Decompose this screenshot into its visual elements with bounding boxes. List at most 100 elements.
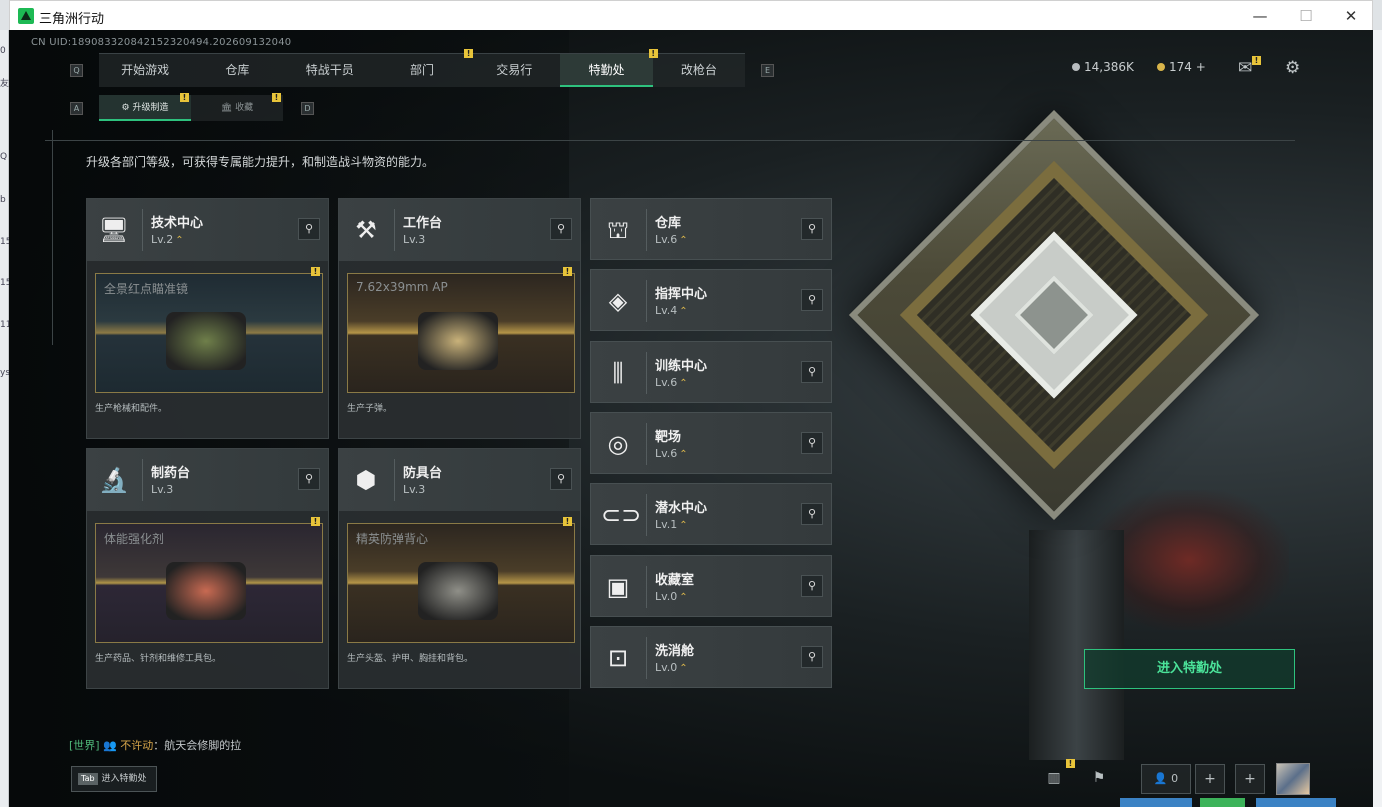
production-preview[interactable]: 体能强化剂 <box>95 523 323 643</box>
game-viewport: CN UID:1890833208421523​20494.2026091320… <box>9 30 1373 807</box>
department-level: Lv.3 <box>403 483 425 496</box>
production-preview[interactable]: 全景红点瞄准镜 <box>95 273 323 393</box>
subtab-badge: ! <box>272 93 281 102</box>
settings-gear-icon[interactable]: ⚙ <box>1285 58 1300 78</box>
facility-card[interactable]: ◈ 指挥中心 Lv.4 ⌃ ⚲ <box>590 269 832 332</box>
card-header[interactable]: ⚒ 工作台 Lv.3 ⚲ <box>339 199 580 261</box>
search-magnifier-icon[interactable]: ⚲ <box>801 431 823 454</box>
subtab-1[interactable]: 🏛 收藏! <box>191 93 283 121</box>
preview-item-name: 体能强化剂 <box>104 532 165 546</box>
flag-icon[interactable]: ⚑ <box>1084 764 1114 794</box>
search-magnifier-icon[interactable]: ⚲ <box>550 218 572 240</box>
tab-2[interactable]: 特战干员 <box>284 54 376 87</box>
card-header[interactable]: 🖥 技术中心 Lv.2 ⌃ ⚲ <box>87 199 328 261</box>
collection-icon: 🏛 <box>220 103 236 113</box>
level-text: Lv.6 <box>655 375 678 389</box>
header-separator <box>646 280 647 323</box>
level-text: Lv.3 <box>403 483 426 496</box>
facility-card[interactable]: ⊂⊃ 潜水中心 Lv.1 ⌃ ⚲ <box>590 483 832 546</box>
upgrade-gear-icon: ⚙ <box>121 103 133 113</box>
department-name: 洗消舱 <box>655 643 695 659</box>
search-magnifier-icon[interactable]: ⚲ <box>801 218 823 240</box>
tab-6[interactable]: 改枪台 <box>653 54 745 87</box>
facility-card[interactable]: ◎ 靶场 Lv.6 ⌃ ⚲ <box>590 411 832 474</box>
search-magnifier-icon[interactable]: ⚲ <box>550 468 572 490</box>
subtab-badge: ! <box>180 93 189 102</box>
tab-3[interactable]: 部门! <box>376 49 474 87</box>
search-magnifier-icon[interactable]: ⚲ <box>801 289 823 312</box>
search-magnifier-icon[interactable]: ⚲ <box>801 574 823 597</box>
armor-blocks-icon: ⬢ <box>355 466 377 494</box>
nav-right-key-hint: E <box>761 64 774 77</box>
coin-icon <box>1072 63 1080 71</box>
invite-slot-2-button[interactable]: + <box>1235 764 1265 794</box>
ticket-balance[interactable]: 174 + <box>1157 60 1206 74</box>
search-magnifier-icon[interactable]: ⚲ <box>801 360 823 383</box>
production-preview[interactable]: 精英防弹背心 <box>347 523 575 643</box>
search-magnifier-icon[interactable]: ⚲ <box>801 645 823 668</box>
minimize-button[interactable]: — <box>1245 5 1275 27</box>
department-name: 技术中心 <box>151 216 204 231</box>
level-up-chevron-icon: ⌃ <box>679 448 688 460</box>
subtab-0[interactable]: ⚙ 升级制造! <box>99 93 191 121</box>
search-magnifier-icon[interactable]: ⚲ <box>801 503 823 526</box>
facility-card[interactable]: ⛫ 仓库 Lv.6 ⌃ ⚲ <box>590 198 832 260</box>
tab-0[interactable]: 开始游戏 <box>99 54 191 87</box>
sub-navigation: ⚙ 升级制造! 🏛 收藏! <box>99 93 283 121</box>
coin-balance: 14,386K <box>1072 60 1134 74</box>
production-preview[interactable]: 7.62x39mm AP <box>347 273 575 393</box>
header-separator <box>646 565 647 608</box>
department-name: 指挥中心 <box>655 287 708 303</box>
dumbbell-icon: ⫼ <box>612 358 624 387</box>
search-magnifier-icon[interactable]: ⚲ <box>298 468 320 490</box>
nav-left-key-hint: Q <box>70 64 83 77</box>
leaderboard-icon[interactable]: ▥ <box>1039 764 1069 794</box>
department-name: 潜水中心 <box>655 501 708 517</box>
mail-icon[interactable]: ✉ <box>1238 58 1252 78</box>
taskbar-blue-segment-2 <box>1256 798 1336 807</box>
header-separator <box>646 351 647 394</box>
player-avatar[interactable] <box>1276 763 1310 795</box>
hammer-wrench-icon: ⚒ <box>355 216 377 244</box>
diving-mask-icon: ⊂⊃ <box>601 501 642 530</box>
maximize-button[interactable]: ☐ <box>1291 5 1321 27</box>
friends-button[interactable]: 👤 0 <box>1141 764 1191 794</box>
preview-badge: ! <box>311 517 320 526</box>
card-description: 生产药品、针剂和维修工具包。 <box>95 654 222 664</box>
preview-item-image <box>418 312 498 370</box>
mail-badge: ! <box>1252 56 1261 65</box>
chat-channel: [世界] <box>69 739 100 752</box>
tab-enter-special-ops[interactable]: Tab 进入特勤处 <box>71 766 157 792</box>
command-chip-icon: ◈ <box>608 287 628 316</box>
search-magnifier-icon[interactable]: ⚲ <box>298 218 320 240</box>
player-uid: CN UID:1890833208421523​20494.2026091320… <box>31 37 292 48</box>
divider-top <box>45 140 1295 141</box>
level-text: Lv.1 <box>655 518 678 532</box>
card-header[interactable]: ⬢ 防具台 Lv.3 ⚲ <box>339 449 580 511</box>
tab-4[interactable]: 交易行 <box>468 54 560 87</box>
leaderboard-badge: ! <box>1066 759 1075 768</box>
level-up-chevron-icon: ⌃ <box>679 306 688 318</box>
close-button[interactable]: ✕ <box>1336 5 1366 27</box>
department-name: 仓库 <box>655 216 682 231</box>
add-tickets-button[interactable]: + <box>1196 60 1206 74</box>
level-text: Lv.4 <box>655 304 678 318</box>
card-header[interactable]: 🔬 制药台 Lv.3 ⚲ <box>87 449 328 511</box>
facility-card[interactable]: ⊡ 洗消舱 Lv.0 ⌃ ⚲ <box>590 625 832 688</box>
world-chat-line[interactable]: [世界] 👥 不许动：航天会修脚的拉 <box>69 737 241 753</box>
department-name: 靶场 <box>655 429 682 445</box>
level-up-chevron-icon: ⌃ <box>679 235 688 246</box>
top-navigation: 开始游戏 仓库 特战干员 部门! 交易行 特勤处! 改枪台 <box>99 49 745 87</box>
tab-1[interactable]: 仓库 <box>191 54 283 87</box>
facility-card[interactable]: ▣ 收藏室 Lv.0 ⌃ ⚲ <box>590 554 832 617</box>
department-level: Lv.1 ⌃ <box>655 518 688 531</box>
window-title: 三角洲行动 <box>39 12 105 27</box>
department-level: Lv.4 ⌃ <box>655 304 688 317</box>
enter-special-ops-button[interactable]: 进入特勤处 <box>1084 649 1295 689</box>
facility-card[interactable]: ⫼ 训练中心 Lv.6 ⌃ ⚲ <box>590 340 832 403</box>
tab-5[interactable]: 特勤处! <box>560 49 658 87</box>
subnav-left-key-hint: A <box>70 102 83 115</box>
friends-icon: 👤 <box>1153 772 1168 785</box>
invite-slot-1-button[interactable]: + <box>1195 764 1225 794</box>
production-card: 🖥 技术中心 Lv.2 ⌃ ⚲ 全景红点瞄准镜! 生产枪械和配件。 <box>86 198 329 439</box>
